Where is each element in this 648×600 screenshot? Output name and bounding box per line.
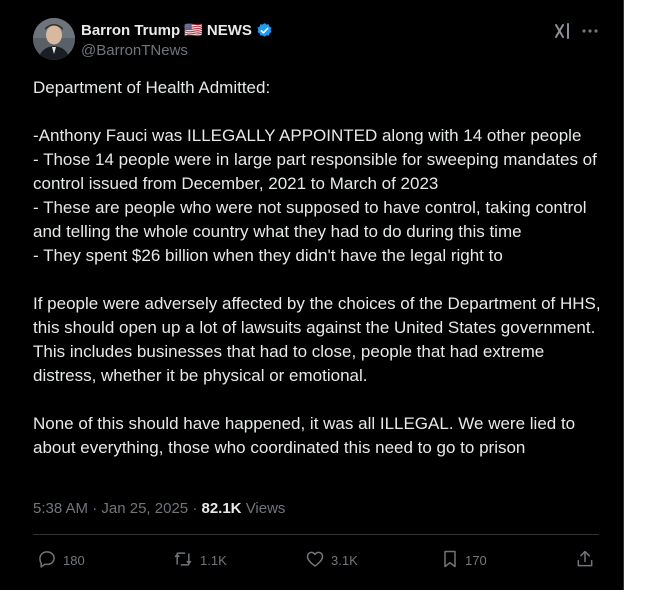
post-body: Department of Health Admitted: -Anthony … <box>33 76 608 460</box>
share-icon <box>575 549 595 572</box>
meta-separator: · <box>192 500 198 517</box>
repost-count: 1.1K <box>200 553 227 568</box>
avatar[interactable] <box>33 18 75 60</box>
views-label: Views <box>245 500 286 517</box>
body-paragraph: - These are people who were not supposed… <box>33 198 587 241</box>
bookmark-icon <box>441 549 459 572</box>
post-date[interactable]: Jan 25, 2025 <box>101 500 188 517</box>
verified-badge-icon <box>256 22 273 39</box>
author-flag: 🇺🇸 <box>184 22 203 39</box>
grok-icon[interactable] <box>554 22 572 45</box>
body-blank-line <box>33 388 608 412</box>
repost-button[interactable]: 1.1K <box>172 549 227 572</box>
body-blank-line <box>33 268 608 292</box>
post-time[interactable]: 5:38 AM <box>33 500 88 517</box>
reply-button[interactable]: 180 <box>37 549 85 572</box>
author-name-row[interactable]: Barron Trump 🇺🇸 NEWS <box>81 21 273 39</box>
like-button[interactable]: 3.1K <box>305 549 358 572</box>
more-icon[interactable] <box>580 22 600 45</box>
meta-separator: · <box>92 500 98 517</box>
post-meta: 5:38 AM · Jan 25, 2025 · 82.1K Views <box>33 500 285 517</box>
bookmark-button[interactable]: 170 <box>441 549 487 572</box>
repost-icon <box>172 549 194 572</box>
body-paragraph: If people were adversely affected by the… <box>33 294 601 385</box>
body-heading: Department of Health Admitted: <box>33 78 271 97</box>
reply-icon <box>37 549 57 572</box>
heart-icon <box>305 549 325 572</box>
body-paragraph: - They spent $26 billion when they didn'… <box>33 246 503 265</box>
body-paragraph: None of this should have happened, it wa… <box>33 414 576 457</box>
views-count: 82.1K <box>201 500 242 517</box>
author-suffix[interactable]: NEWS <box>207 22 252 39</box>
author-name[interactable]: Barron Trump <box>81 22 180 39</box>
divider <box>33 534 599 535</box>
body-blank-line <box>33 100 608 124</box>
body-paragraph: -Anthony Fauci was ILLEGALLY APPOINTED a… <box>33 126 582 145</box>
author-handle[interactable]: @BarronTNews <box>81 42 188 59</box>
post-card: Barron Trump 🇺🇸 NEWS @BarronTNews Depart… <box>0 0 624 590</box>
share-button[interactable] <box>575 549 595 572</box>
reply-count: 180 <box>63 553 85 568</box>
like-count: 3.1K <box>331 553 358 568</box>
body-paragraph: - Those 14 people were in large part res… <box>33 150 597 193</box>
bookmark-count: 170 <box>465 553 487 568</box>
